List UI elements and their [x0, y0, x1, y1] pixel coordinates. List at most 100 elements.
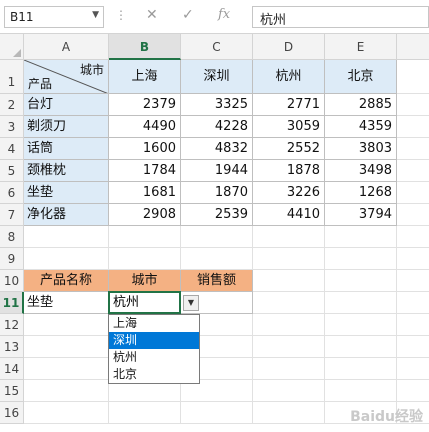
name-box[interactable]: B11 ▼ [4, 6, 104, 28]
product-name[interactable]: 坐垫 [24, 182, 109, 204]
cell[interactable] [24, 314, 109, 336]
row-header-3[interactable]: 3 [0, 116, 24, 138]
product-name[interactable]: 剃须刀 [24, 116, 109, 138]
cell[interactable] [397, 358, 429, 380]
sales-value[interactable]: 3803 [325, 138, 397, 160]
column-header-b[interactable]: B [109, 34, 181, 60]
sales-value[interactable]: 4359 [325, 116, 397, 138]
sales-value[interactable]: 3226 [253, 182, 325, 204]
cell[interactable] [24, 358, 109, 380]
sales-value[interactable]: 2908 [109, 204, 181, 226]
cell[interactable] [397, 314, 429, 336]
cell[interactable] [181, 248, 253, 270]
sales-value[interactable]: 2539 [181, 204, 253, 226]
cell[interactable] [397, 292, 429, 314]
cell[interactable] [253, 336, 325, 358]
row-header-13[interactable]: 13 [0, 336, 24, 358]
sales-value[interactable]: 2379 [109, 94, 181, 116]
cell[interactable] [253, 358, 325, 380]
column-header-c[interactable]: C [181, 34, 253, 60]
sales-value[interactable]: 1870 [181, 182, 253, 204]
dropdown-option[interactable]: 杭州 [109, 349, 199, 366]
cell[interactable] [109, 402, 181, 424]
lookup-header[interactable]: 销售额 [181, 270, 253, 292]
sales-value[interactable]: 3325 [181, 94, 253, 116]
sales-value[interactable]: 4832 [181, 138, 253, 160]
cell[interactable] [109, 226, 181, 248]
sales-value[interactable]: 1878 [253, 160, 325, 182]
cell[interactable] [181, 402, 253, 424]
cell[interactable] [24, 226, 109, 248]
enter-icon[interactable]: ✓ [182, 7, 194, 23]
row-header-8[interactable]: 8 [0, 226, 24, 248]
row-header-16[interactable]: 16 [0, 402, 24, 424]
sales-value[interactable]: 4490 [109, 116, 181, 138]
cell[interactable] [325, 380, 397, 402]
cell[interactable] [397, 336, 429, 358]
cell[interactable] [397, 94, 429, 116]
cell[interactable] [109, 248, 181, 270]
cell[interactable] [397, 380, 429, 402]
row-header-10[interactable]: 10 [0, 270, 24, 292]
city-header[interactable]: 北京 [325, 60, 397, 94]
row-header-12[interactable]: 12 [0, 314, 24, 336]
cell[interactable] [397, 204, 429, 226]
cell[interactable] [253, 270, 325, 292]
sales-value[interactable]: 4228 [181, 116, 253, 138]
cell[interactable] [397, 226, 429, 248]
row-header-11[interactable]: 11 [0, 292, 24, 314]
sales-value[interactable]: 1681 [109, 182, 181, 204]
insert-function-icon[interactable]: fx [218, 7, 230, 22]
row-header-2[interactable]: 2 [0, 94, 24, 116]
city-header[interactable]: 深圳 [181, 60, 253, 94]
row-header-9[interactable]: 9 [0, 248, 24, 270]
sales-value[interactable]: 4410 [253, 204, 325, 226]
cell[interactable] [397, 160, 429, 182]
lookup-product-cell[interactable]: 坐垫 [24, 292, 109, 314]
table-corner-header[interactable]: 城市 产品 [24, 60, 109, 94]
sales-value[interactable]: 1600 [109, 138, 181, 160]
city-header[interactable]: 上海 [109, 60, 181, 94]
cell[interactable] [397, 270, 429, 292]
product-name[interactable]: 净化器 [24, 204, 109, 226]
lookup-header[interactable]: 产品名称 [24, 270, 109, 292]
product-name[interactable]: 话筒 [24, 138, 109, 160]
cell[interactable] [397, 138, 429, 160]
sales-value[interactable]: 2885 [325, 94, 397, 116]
dropdown-option[interactable]: 北京 [109, 366, 199, 383]
cell[interactable] [253, 402, 325, 424]
product-name[interactable]: 颈椎枕 [24, 160, 109, 182]
cell[interactable] [24, 402, 109, 424]
cell[interactable] [24, 380, 109, 402]
row-header-5[interactable]: 5 [0, 160, 24, 182]
row-header-6[interactable]: 6 [0, 182, 24, 204]
lookup-header[interactable]: 城市 [109, 270, 181, 292]
row-header-15[interactable]: 15 [0, 380, 24, 402]
product-name[interactable]: 台灯 [24, 94, 109, 116]
cell[interactable] [181, 226, 253, 248]
cell[interactable] [325, 226, 397, 248]
cell[interactable] [253, 292, 325, 314]
sales-value[interactable]: 3059 [253, 116, 325, 138]
cell[interactable] [325, 358, 397, 380]
cell[interactable] [325, 248, 397, 270]
sales-value[interactable]: 3794 [325, 204, 397, 226]
column-header-e[interactable]: E [325, 34, 397, 60]
city-dropdown-list[interactable]: 上海 深圳 杭州 北京 [108, 314, 200, 384]
city-header[interactable]: 杭州 [253, 60, 325, 94]
sales-value[interactable]: 2552 [253, 138, 325, 160]
cell[interactable] [24, 248, 109, 270]
column-header-d[interactable]: D [253, 34, 325, 60]
sales-value[interactable]: 1268 [325, 182, 397, 204]
sales-value[interactable]: 1944 [181, 160, 253, 182]
cell[interactable] [397, 248, 429, 270]
cell[interactable] [325, 292, 397, 314]
column-header-a[interactable]: A [24, 34, 109, 60]
sales-value[interactable]: 3498 [325, 160, 397, 182]
row-header-4[interactable]: 4 [0, 138, 24, 160]
cell[interactable] [253, 248, 325, 270]
cell[interactable] [325, 270, 397, 292]
cell[interactable] [325, 314, 397, 336]
row-header-14[interactable]: 14 [0, 358, 24, 380]
cell[interactable] [253, 226, 325, 248]
